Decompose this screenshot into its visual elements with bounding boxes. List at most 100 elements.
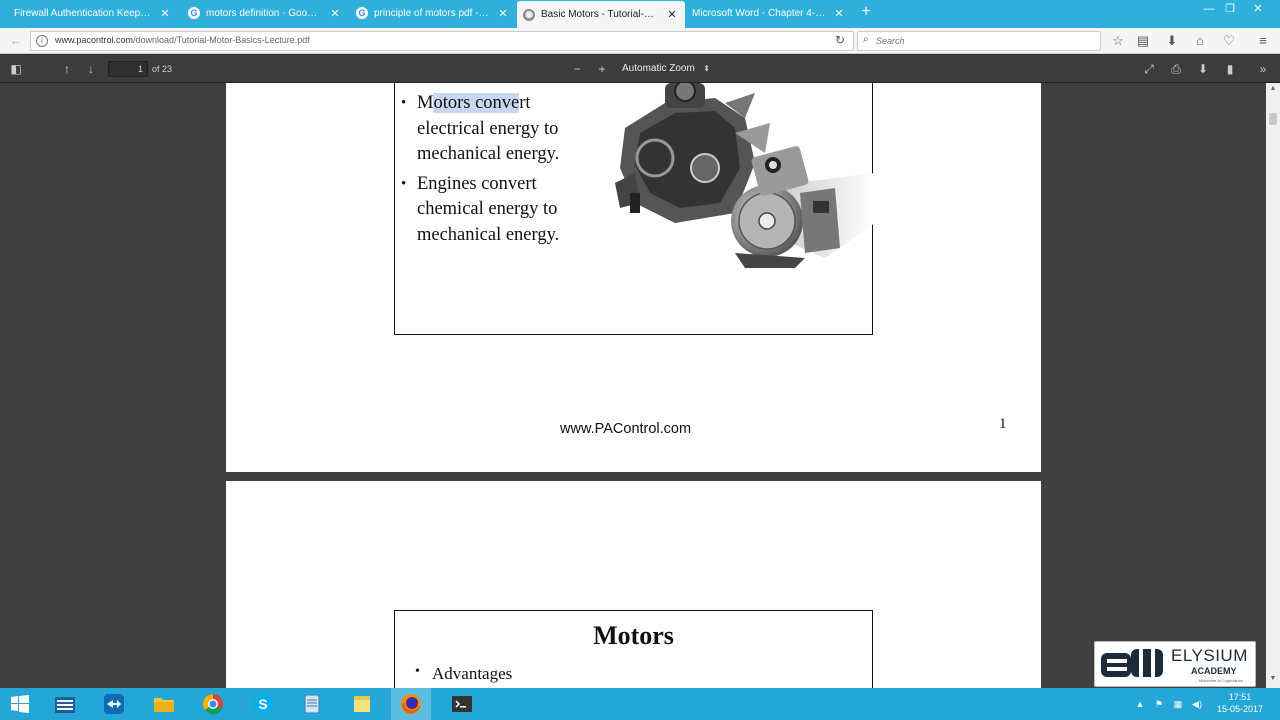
back-button[interactable]: ← — [8, 33, 24, 49]
bullet-item: Motors convert electrical energy to mech… — [401, 91, 591, 168]
previous-page-icon[interactable]: ↑ — [58, 60, 76, 78]
zoom-select[interactable]: Automatic Zoom ⬍ — [616, 60, 716, 78]
windows-start-icon[interactable] — [8, 692, 32, 716]
bullet-text: M — [417, 93, 434, 113]
file-explorer-icon[interactable] — [53, 692, 77, 716]
info-icon[interactable]: i — [36, 35, 48, 47]
logo-mark-icon — [1101, 649, 1163, 677]
url-path: /download/Tutorial-Motor-Basics-Lecture.… — [133, 35, 310, 45]
zoom-value: Automatic Zoom — [622, 63, 695, 74]
page-number: 1 — [999, 416, 1007, 432]
bookmark-icon[interactable]: ▮ — [1221, 60, 1239, 78]
pocket-icon[interactable]: ♡ — [1221, 33, 1237, 49]
svg-text:S: S — [258, 696, 267, 712]
chrome-icon[interactable] — [201, 692, 225, 716]
logo-name: ELYSIUM — [1171, 646, 1248, 665]
search-icon: ⌕ — [863, 34, 869, 45]
pdf-icon: ◉ — [523, 8, 535, 21]
tab-title: Basic Motors - Tutorial-Motor-Basics-Lec… — [541, 9, 659, 20]
download-icon[interactable]: ⬇ — [1164, 33, 1180, 49]
google-icon: G — [188, 7, 200, 19]
save-icon[interactable]: ⬇ — [1194, 60, 1212, 78]
close-icon[interactable]: ✕ — [158, 7, 172, 20]
slide-frame: Motors Advantages — [394, 610, 873, 688]
slide-frame: Motors convert electrical energy to mech… — [394, 83, 875, 335]
bullet-list: Motors convert electrical energy to mech… — [401, 91, 591, 252]
menu-icon[interactable]: ≡ — [1255, 33, 1271, 49]
tab-principle-of-motors[interactable]: G principle of motors pdf - Google Searc… — [350, 2, 516, 24]
close-icon[interactable]: ✕ — [832, 7, 846, 20]
network-icon[interactable]: ▦ — [1172, 698, 1184, 710]
bullet-item: Engines convert chemical energy to mecha… — [401, 172, 591, 249]
close-window-icon[interactable]: ✕ — [1246, 0, 1270, 18]
reload-icon[interactable]: ↻ — [835, 33, 845, 47]
footer-url: www.PAControl.com — [560, 421, 692, 437]
restore-icon[interactable]: ❐ — [1218, 0, 1242, 18]
notepad-icon[interactable] — [300, 692, 324, 716]
elysium-academy-logo: ELYSIUM ACADEMY Milestone of Cognizance — [1094, 641, 1256, 687]
tab-title: motors definition - Google Search — [206, 7, 322, 19]
address-bar[interactable]: i www.pacontrol.com/download/Tutorial-Mo… — [30, 31, 854, 51]
navigation-bar: ← i www.pacontrol.com/download/Tutorial-… — [0, 28, 1280, 54]
tab-title: Microsoft Word - Chapter 4-DC Motors — [692, 7, 826, 19]
scroll-up-icon[interactable]: ▲ — [1266, 85, 1280, 95]
home-icon[interactable]: ⌂ — [1192, 33, 1208, 49]
url-domain: www.pacontrol.com — [55, 35, 134, 45]
select-arrow-icon: ⬍ — [703, 64, 710, 73]
bookmark-star-icon[interactable]: ☆ — [1110, 33, 1126, 49]
terminal-icon[interactable] — [450, 692, 474, 716]
volume-icon[interactable]: ◀) — [1191, 698, 1203, 710]
slide-title: Motors — [593, 621, 674, 650]
engine-motor-image — [615, 83, 875, 268]
sidebar-toggle-icon[interactable]: ◧ — [7, 60, 25, 78]
next-page-icon[interactable]: ↓ — [82, 60, 100, 78]
url-text[interactable]: www.pacontrol.com/download/Tutorial-Moto… — [55, 35, 310, 45]
tab-strip: Firewall Authentication Keepalive ✕ G mo… — [0, 0, 1280, 28]
new-tab-button[interactable]: + — [858, 4, 874, 20]
bullet-text: Engines convert chemical energy to mecha… — [417, 173, 560, 245]
search-box[interactable]: ⌕ — [857, 31, 1101, 51]
zoom-out-icon[interactable]: − — [568, 60, 586, 78]
tab-basic-motors[interactable]: ◉ Basic Motors - Tutorial-Motor-Basics-L… — [517, 1, 685, 28]
pdf-toolbar: ◧ ↑ ↓ of 23 − + Automatic Zoom ⬍ ⤢ ⎙ ⬇ ▮… — [0, 55, 1280, 83]
bullet-list: Advantages — [415, 664, 512, 684]
clock-time: 17:51 — [1228, 692, 1252, 702]
tab-microsoft-word[interactable]: Microsoft Word - Chapter 4-DC Motors ✕ — [686, 2, 852, 24]
bullet-item: Advantages — [415, 664, 512, 684]
show-hidden-icons[interactable]: ▲ — [1134, 698, 1146, 710]
reading-list-icon[interactable]: ▤ — [1135, 33, 1151, 49]
print-icon[interactable]: ⎙ — [1167, 60, 1185, 78]
scroll-down-icon[interactable]: ▼ — [1266, 675, 1280, 685]
scroll-thumb[interactable] — [1269, 113, 1277, 125]
presentation-mode-icon[interactable]: ⤢ — [1140, 60, 1158, 78]
close-icon[interactable]: ✕ — [665, 8, 679, 21]
zoom-in-icon[interactable]: + — [593, 60, 611, 78]
pdf-page-1: Motors convert electrical energy to mech… — [226, 83, 1041, 472]
teamviewer-icon[interactable] — [102, 692, 126, 716]
pdf-page-2: Motors Advantages — [226, 481, 1041, 688]
tools-icon[interactable]: » — [1254, 60, 1272, 78]
pdf-viewer[interactable]: Motors convert electrical energy to mech… — [0, 83, 1266, 688]
flag-icon[interactable]: ⚑ — [1153, 698, 1165, 710]
firefox-icon[interactable] — [391, 688, 431, 720]
tab-title: Firewall Authentication Keepalive — [14, 7, 152, 19]
sticky-notes-icon[interactable] — [350, 692, 374, 716]
logo-subtitle: ACADEMY — [1191, 666, 1237, 676]
close-icon[interactable]: ✕ — [328, 7, 342, 20]
tab-title: principle of motors pdf - Google Search — [374, 7, 490, 19]
tab-motors-definition[interactable]: G motors definition - Google Search ✕ — [182, 2, 348, 24]
close-icon[interactable]: ✕ — [496, 7, 510, 20]
logo-tagline: Milestone of Cognizance — [1199, 678, 1243, 683]
page-total: of 23 — [152, 64, 173, 74]
windows-taskbar: S ▲ ⚑ ▦ ◀) 17:51 15-05-2017 — [0, 688, 1280, 720]
folder-icon[interactable] — [152, 692, 176, 716]
selected-text[interactable]: otors conve — [433, 93, 520, 113]
system-clock[interactable]: 17:51 15-05-2017 — [1208, 691, 1272, 715]
google-icon: G — [356, 7, 368, 19]
clock-date: 15-05-2017 — [1216, 704, 1264, 714]
vertical-scrollbar[interactable]: ▲ ▼ — [1266, 83, 1280, 688]
skype-icon[interactable]: S — [251, 692, 275, 716]
search-input[interactable] — [876, 34, 1096, 48]
tab-firewall[interactable]: Firewall Authentication Keepalive ✕ — [8, 2, 178, 24]
page-number-input[interactable] — [108, 61, 148, 77]
